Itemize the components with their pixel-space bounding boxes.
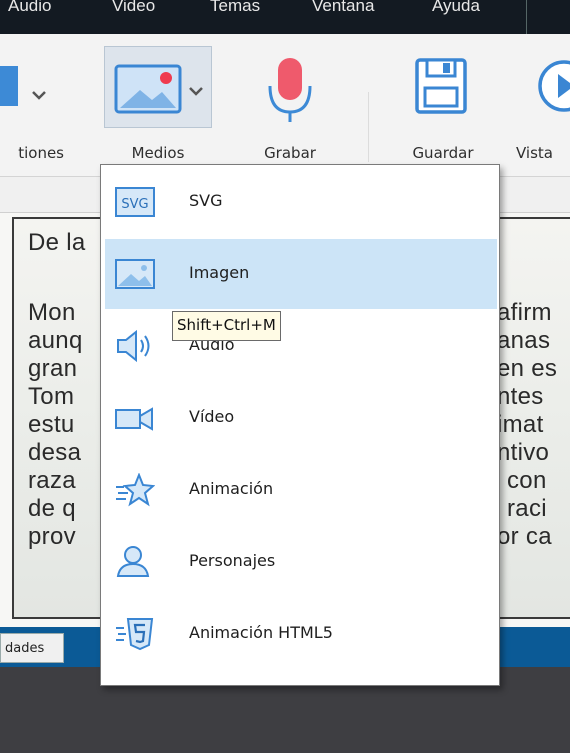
menu-item-audio[interactable]: Audio bbox=[105, 311, 497, 381]
ribbon-label-medios: Medios bbox=[131, 144, 185, 162]
ribbon-separator bbox=[368, 92, 369, 162]
menu-item-label: Imagen bbox=[189, 263, 250, 282]
menu-item-label: SVG bbox=[189, 191, 223, 210]
view-play-icon bbox=[538, 60, 570, 112]
slide-text-line: ntes bbox=[497, 383, 544, 410]
shortcut-tooltip: Shift+Ctrl+M bbox=[172, 311, 281, 341]
ribbon-label-guardar: Guardar bbox=[412, 144, 474, 162]
menu-item-personajes[interactable]: Personajes bbox=[105, 527, 497, 597]
menu-audio[interactable]: Audio bbox=[8, 0, 51, 16]
slide-text-line: Mon bbox=[28, 299, 76, 326]
svg-text:SVG: SVG bbox=[121, 197, 148, 212]
slide-text-line: prov bbox=[28, 523, 76, 550]
ribbon-button-options[interactable]: tiones bbox=[0, 46, 64, 162]
person-icon bbox=[116, 546, 150, 577]
properties-tab[interactable]: dades bbox=[0, 633, 64, 663]
video-camera-icon bbox=[115, 407, 153, 431]
menu-bar: Audio Video Temas Ventana Ayuda bbox=[0, 0, 570, 34]
menu-item-label: Personajes bbox=[189, 551, 276, 570]
menu-separator bbox=[526, 0, 527, 34]
menu-item-video[interactable]: Vídeo bbox=[105, 383, 497, 453]
menu-item-label: Vídeo bbox=[189, 407, 235, 426]
ribbon-label-vista: Vista bbox=[516, 144, 553, 162]
ribbon-button-vista[interactable]: Vista bbox=[506, 46, 570, 162]
slide-text-line: aunq bbox=[28, 327, 83, 354]
menu-item-svg[interactable]: SVG SVG bbox=[105, 167, 497, 237]
menu-ayuda[interactable]: Ayuda bbox=[432, 0, 480, 16]
slide-text-line: gran bbox=[28, 355, 78, 382]
slide-text-line: raci bbox=[507, 495, 547, 522]
slide-text-line: en es bbox=[497, 355, 558, 382]
menu-item-animacion[interactable]: Animación bbox=[105, 455, 497, 525]
ribbon-label-grabar: Grabar bbox=[264, 144, 316, 162]
slide-text-line: afirm bbox=[497, 299, 552, 326]
slide-text-line: anas bbox=[497, 327, 551, 354]
html5-icon bbox=[116, 618, 154, 651]
animation-star-icon bbox=[116, 473, 155, 507]
slide-text-line: de q bbox=[28, 495, 76, 522]
menu-item-animacion-html5[interactable]: Animación HTML5 bbox=[105, 599, 497, 669]
slide-text-line: De la bbox=[28, 229, 86, 256]
menu-item-label: Animación HTML5 bbox=[189, 623, 333, 642]
audio-speaker-icon bbox=[117, 329, 150, 363]
save-floppy-icon bbox=[415, 58, 467, 114]
ribbon-label-options: tiones bbox=[18, 144, 64, 162]
menu-item-label: Animación bbox=[189, 479, 274, 498]
ribbon-button-medios[interactable]: Medios bbox=[104, 46, 212, 162]
slide-text-line: imat bbox=[497, 411, 544, 438]
ribbon-button-guardar[interactable]: Guardar bbox=[393, 46, 493, 162]
slide-text-line: desa bbox=[28, 439, 82, 466]
microphone-icon bbox=[268, 58, 312, 122]
slide-text-line: or ca bbox=[497, 523, 552, 550]
menu-video[interactable]: Video bbox=[112, 0, 155, 16]
ribbon-button-grabar[interactable]: Grabar bbox=[240, 46, 340, 162]
slide-text-line: raza bbox=[28, 467, 76, 494]
ribbon-toolbar: tiones Medios Grabar Guardar Vista bbox=[0, 34, 570, 177]
menu-temas[interactable]: Temas bbox=[210, 0, 260, 16]
menu-item-imagen[interactable]: Imagen bbox=[105, 239, 497, 309]
image-icon bbox=[115, 259, 155, 289]
slide-text-line: Tom bbox=[28, 383, 75, 410]
menu-ventana[interactable]: Ventana bbox=[312, 0, 374, 16]
media-dropdown-menu: SVG SVG Imagen Audio Vídeo Animación Per… bbox=[100, 164, 500, 686]
slide-text-line: ntivo bbox=[497, 439, 550, 466]
slide-text-line: estu bbox=[28, 411, 75, 438]
options-icon bbox=[0, 66, 46, 106]
media-image-icon bbox=[114, 64, 203, 114]
svg-icon: SVG bbox=[115, 187, 155, 217]
slide-text-line: con bbox=[507, 467, 547, 494]
